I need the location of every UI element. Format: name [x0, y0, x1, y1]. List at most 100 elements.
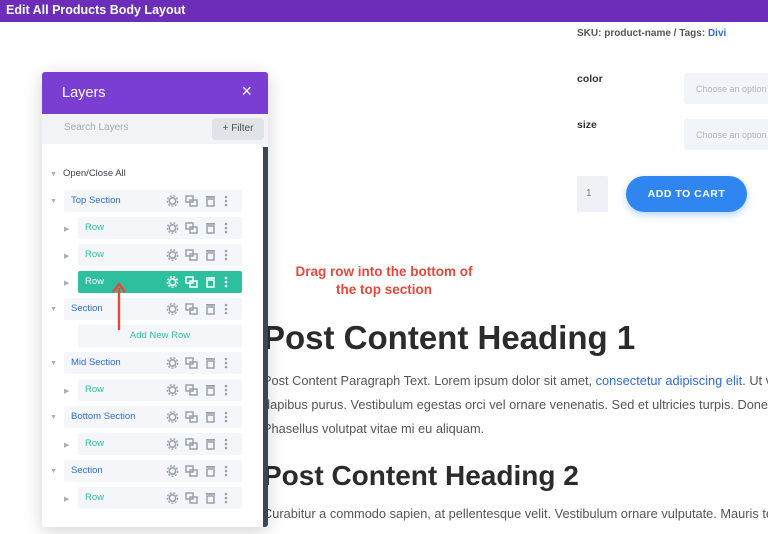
trash-icon[interactable]: [204, 194, 217, 208]
title-bar: Edit All Products Body Layout: [0, 0, 768, 22]
more-icon[interactable]: [223, 221, 236, 235]
layer-label: Mid Section: [71, 357, 121, 368]
filter-button[interactable]: + Filter: [212, 118, 264, 140]
trash-icon[interactable]: [204, 275, 217, 289]
paragraph-line: Post Content Paragraph Text. Lorem ipsum…: [263, 373, 768, 388]
tag-link[interactable]: Divi: [708, 28, 726, 39]
gear-icon[interactable]: [166, 194, 179, 208]
duplicate-icon[interactable]: [185, 383, 198, 397]
gear-icon[interactable]: [166, 437, 179, 451]
search-layers-input[interactable]: Search Layers: [64, 122, 128, 133]
trash-icon[interactable]: [204, 221, 217, 235]
close-icon[interactable]: ×: [241, 81, 252, 102]
caret-down-icon[interactable]: ▼: [50, 414, 57, 421]
annotation-line-2: the top section: [335, 282, 432, 297]
more-icon[interactable]: [223, 248, 236, 262]
panel-scrollbar[interactable]: [263, 147, 268, 527]
duplicate-icon[interactable]: [185, 464, 198, 478]
caret-right-icon[interactable]: ▶: [64, 495, 69, 503]
gear-icon[interactable]: [166, 302, 179, 316]
gear-icon[interactable]: [166, 356, 179, 370]
caret-right-icon[interactable]: ▶: [64, 279, 69, 287]
layer-actions: [166, 356, 236, 370]
duplicate-icon[interactable]: [185, 194, 198, 208]
gear-icon[interactable]: [166, 383, 179, 397]
trash-icon[interactable]: [204, 464, 217, 478]
layer-row[interactable]: Row: [78, 379, 242, 401]
size-select[interactable]: Choose an option: [684, 119, 768, 150]
more-icon[interactable]: [223, 275, 236, 289]
more-icon[interactable]: [223, 437, 236, 451]
content-heading-1: Post Content Heading 1: [263, 319, 636, 356]
trash-icon[interactable]: [204, 437, 217, 451]
layer-actions: [166, 275, 236, 289]
paragraph-link[interactable]: consectetur adipiscing elit: [596, 373, 743, 388]
size-label: size: [577, 119, 597, 131]
gear-icon[interactable]: [166, 275, 179, 289]
layer-row[interactable]: Row: [78, 433, 242, 455]
quantity-input[interactable]: 1: [577, 176, 608, 212]
more-icon[interactable]: [223, 356, 236, 370]
layer-bottom-section[interactable]: Bottom Section: [64, 406, 242, 428]
trash-icon[interactable]: [204, 356, 217, 370]
product-meta: SKU: product-name / Tags: Divi: [577, 28, 726, 39]
gear-icon[interactable]: [166, 464, 179, 478]
duplicate-icon[interactable]: [185, 221, 198, 235]
more-icon[interactable]: [223, 491, 236, 505]
open-close-all[interactable]: ▼ Open/Close All: [50, 168, 126, 179]
caret-down-icon[interactable]: ▼: [50, 360, 57, 367]
caret-right-icon[interactable]: ▶: [64, 387, 69, 395]
layer-label: Row: [85, 438, 105, 449]
duplicate-icon[interactable]: [185, 302, 198, 316]
layer-row-dragging[interactable]: Row: [78, 271, 242, 293]
layer-actions: [166, 248, 236, 262]
layer-section[interactable]: Section: [64, 298, 242, 320]
gear-icon[interactable]: [166, 491, 179, 505]
more-icon[interactable]: [223, 410, 236, 424]
duplicate-icon[interactable]: [185, 491, 198, 505]
trash-icon[interactable]: [204, 248, 217, 262]
duplicate-icon[interactable]: [185, 437, 198, 451]
layers-panel-header[interactable]: Layers ×: [42, 72, 268, 114]
duplicate-icon[interactable]: [185, 275, 198, 289]
layer-label: Row: [85, 384, 105, 395]
add-to-cart-button[interactable]: ADD TO CART: [626, 176, 747, 212]
duplicate-icon[interactable]: [185, 410, 198, 424]
layer-actions: [166, 491, 236, 505]
layer-mid-section[interactable]: Mid Section: [64, 352, 242, 374]
layer-label: Row: [85, 249, 105, 260]
color-select[interactable]: Choose an option: [684, 73, 768, 104]
trash-icon[interactable]: [204, 302, 217, 316]
caret-right-icon[interactable]: ▶: [64, 252, 69, 260]
gear-icon[interactable]: [166, 248, 179, 262]
caret-down-icon[interactable]: ▼: [50, 468, 57, 475]
gear-icon[interactable]: [166, 410, 179, 424]
gear-icon[interactable]: [166, 221, 179, 235]
layers-panel: Layers × Search Layers + Filter ▼ Open/Cl…: [42, 72, 268, 527]
layer-row[interactable]: Row: [78, 244, 242, 266]
duplicate-icon[interactable]: [185, 248, 198, 262]
paragraph-line: Curabitur a commodo sapien, at pellentes…: [263, 506, 768, 521]
layer-row[interactable]: Row: [78, 217, 242, 239]
trash-icon[interactable]: [204, 491, 217, 505]
more-icon[interactable]: [223, 464, 236, 478]
trash-icon[interactable]: [204, 383, 217, 397]
layer-actions: [166, 437, 236, 451]
trash-icon[interactable]: [204, 410, 217, 424]
layer-top-section[interactable]: Top Section: [64, 190, 242, 212]
add-new-row-button[interactable]: Add New Row: [78, 325, 242, 347]
layer-section[interactable]: Section: [64, 460, 242, 482]
more-icon[interactable]: [223, 383, 236, 397]
caret-down-icon[interactable]: ▼: [50, 306, 57, 313]
duplicate-icon[interactable]: [185, 356, 198, 370]
caret-down-icon[interactable]: ▼: [50, 198, 57, 205]
more-icon[interactable]: [223, 194, 236, 208]
layer-label: Section: [71, 465, 103, 476]
layer-row[interactable]: Row: [78, 487, 242, 509]
caret-right-icon[interactable]: ▶: [64, 225, 69, 233]
paragraph-text: . Ut vitae: [742, 373, 768, 388]
layer-actions: [166, 302, 236, 316]
caret-right-icon[interactable]: ▶: [64, 441, 69, 449]
more-icon[interactable]: [223, 302, 236, 316]
window-title: Edit All Products Body Layout: [6, 3, 186, 17]
